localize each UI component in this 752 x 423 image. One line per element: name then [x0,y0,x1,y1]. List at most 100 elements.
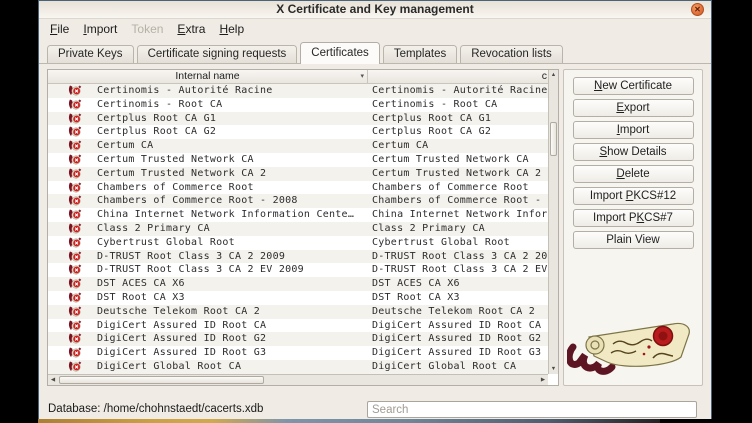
certificate-invalid-icon [68,306,82,317]
certificate-invalid-icon [68,320,82,331]
search-input[interactable] [367,401,697,418]
action-button[interactable]: Export [573,99,694,117]
menu-item[interactable]: File [43,20,76,38]
internal-name-cell: DigiCert Assured ID Root CA [97,319,366,333]
commonname-cell: DigiCert Global Root CA [372,360,548,374]
xca-logo [567,317,701,379]
certificate-invalid-icon [68,361,82,372]
internal-name-cell: Certinomis - Autorité Racine [97,84,366,98]
table-row[interactable]: Certum Trusted Network CA Certum Trusted… [48,153,548,167]
certificate-invalid-icon [68,154,82,165]
tab[interactable]: Certificate signing requests [137,45,298,63]
column-header-truncated[interactable]: c [369,70,548,83]
scroll-down-arrow[interactable]: ▼ [549,364,558,374]
internal-name-cell: Class 2 Primary CA [97,222,366,236]
table-row[interactable]: Certum CA Certum CA [48,139,548,153]
actions-panel: New Certificate Export Import Show Details D… [563,69,703,386]
close-button[interactable]: ✕ [691,3,704,16]
internal-name-cell: D-TRUST Root Class 3 CA 2 EV 2009 [97,263,366,277]
table-row[interactable]: Cybertrust Global Root Cybertrust Global… [48,236,548,250]
certificate-invalid-icon [68,126,82,137]
internal-name-cell: Certum CA [97,139,366,153]
action-button[interactable]: Plain View [573,231,694,249]
table-row[interactable]: Deutsche Telekom Root CA 2 Deutsche Tele… [48,305,548,319]
certificate-invalid-icon [68,264,82,275]
internal-name-cell: DigiCert Global Root CA [97,360,366,374]
commonname-cell: Cybertrust Global Root [372,236,548,250]
vertical-scroll-thumb[interactable] [550,122,557,156]
menu-item[interactable]: Extra [170,20,212,38]
tab[interactable]: Certificates [300,42,380,64]
app-window: X Certificate and Key management ✕ FileI… [38,0,712,419]
commonname-cell: China Internet Network Information Cente… [372,208,548,222]
table-row[interactable]: DigiCert Assured ID Root CA DigiCert Ass… [48,319,548,333]
table-row[interactable]: Chambers of Commerce Root - 2008 Chamber… [48,194,548,208]
commonname-cell: DST Root CA X3 [372,291,548,305]
table-row[interactable]: Certum Trusted Network CA 2 Certum Trust… [48,167,548,181]
database-path-label: Database: /home/chohnstaedt/cacerts.xdb [48,403,263,415]
column-label: c [542,70,547,83]
action-button[interactable]: Import PKCS#7 [573,209,694,227]
table-row[interactable]: DigiCert Assured ID Root G2 DigiCert Ass… [48,332,548,346]
table-row[interactable]: Certinomis - Root CA Certinomis - Root C… [48,98,548,112]
horizontal-scroll-thumb[interactable] [59,376,264,384]
table-row[interactable]: DST ACES CA X6 DST ACES CA X6 [48,277,548,291]
left-arrow-icon: ◀ [51,377,55,383]
tab[interactable]: Private Keys [47,45,134,63]
certificate-invalid-icon [68,182,82,193]
menu-item[interactable]: Token [124,20,170,38]
action-button[interactable]: Delete [573,165,694,183]
table-row[interactable]: D-TRUST Root Class 3 CA 2 EV 2009 D-TRUS… [48,263,548,277]
certificate-invalid-icon [68,209,82,220]
menu-item[interactable]: Help [212,20,251,38]
commonname-cell: Certum CA [372,139,548,153]
internal-name-cell: Certinomis - Root CA [97,98,366,112]
action-button-stack: New Certificate Export Import Show Details D… [564,70,702,249]
action-button[interactable]: New Certificate [573,77,694,95]
certificate-invalid-icon [68,292,82,303]
column-header-internal-name[interactable]: Internal name ▾ [48,70,368,83]
table-row[interactable]: DigiCert Assured ID Root G3 DigiCert Ass… [48,346,548,360]
titlebar: X Certificate and Key management ✕ [39,1,711,19]
table-row[interactable]: DST Root CA X3 DST Root CA X3 [48,291,548,305]
internal-name-cell: DigiCert Assured ID Root G3 [97,346,366,360]
internal-name-cell: Certum Trusted Network CA [97,153,366,167]
scroll-up-arrow[interactable]: ▲ [549,70,558,80]
down-arrow-icon: ▼ [551,366,556,372]
internal-name-cell: Chambers of Commerce Root [97,181,366,195]
certificates-table: Internal name ▾ c [47,69,559,386]
table-row[interactable]: DigiCert Global Root CA DigiCert Global … [48,360,548,374]
table-row[interactable]: China Internet Network Information Cente… [48,208,548,222]
commonname-cell: DST ACES CA X6 [372,277,548,291]
action-button[interactable]: Import PKCS#12 [573,187,694,205]
certificate-invalid-icon [68,278,82,289]
table-row[interactable]: Certplus Root CA G2 Certplus Root CA G2 [48,125,548,139]
tab[interactable]: Templates [383,45,457,63]
close-icon: ✕ [694,6,701,14]
commonname-cell: DigiCert Assured ID Root CA [372,319,548,333]
action-button[interactable]: Show Details [573,143,694,161]
menu-item[interactable]: Import [76,20,124,38]
table-row[interactable]: Certinomis - Autorité Racine Certinomis … [48,84,548,98]
certificate-invalid-icon [68,195,82,206]
internal-name-cell: DigiCert Assured ID Root G2 [97,332,366,346]
scroll-right-arrow[interactable]: ▶ [538,375,548,385]
background-window-edge [38,419,660,423]
internal-name-cell: DST Root CA X3 [97,291,366,305]
table-row[interactable]: Class 2 Primary CA Class 2 Primary CA [48,222,548,236]
tab[interactable]: Revocation lists [460,45,563,63]
table-row[interactable]: Chambers of Commerce Root Chambers of Co… [48,181,548,195]
certificate-invalid-icon [68,347,82,358]
commonname-cell: DigiCert Assured ID Root G3 [372,346,548,360]
desktop-background: X Certificate and Key management ✕ FileI… [0,0,752,423]
table-row[interactable]: Certplus Root CA G1 Certplus Root CA G1 [48,112,548,126]
certificate-invalid-icon [68,223,82,234]
action-button[interactable]: Import [573,121,694,139]
table-row[interactable]: D-TRUST Root Class 3 CA 2 2009 D-TRUST R… [48,250,548,264]
scroll-left-arrow[interactable]: ◀ [48,375,58,385]
certificate-invalid-icon [68,113,82,124]
certificate-invalid-icon [68,99,82,110]
internal-name-cell: Chambers of Commerce Root - 2008 [97,194,366,208]
menubar: FileImportTokenExtraHelp [39,20,711,38]
column-label: Internal name [175,70,239,82]
